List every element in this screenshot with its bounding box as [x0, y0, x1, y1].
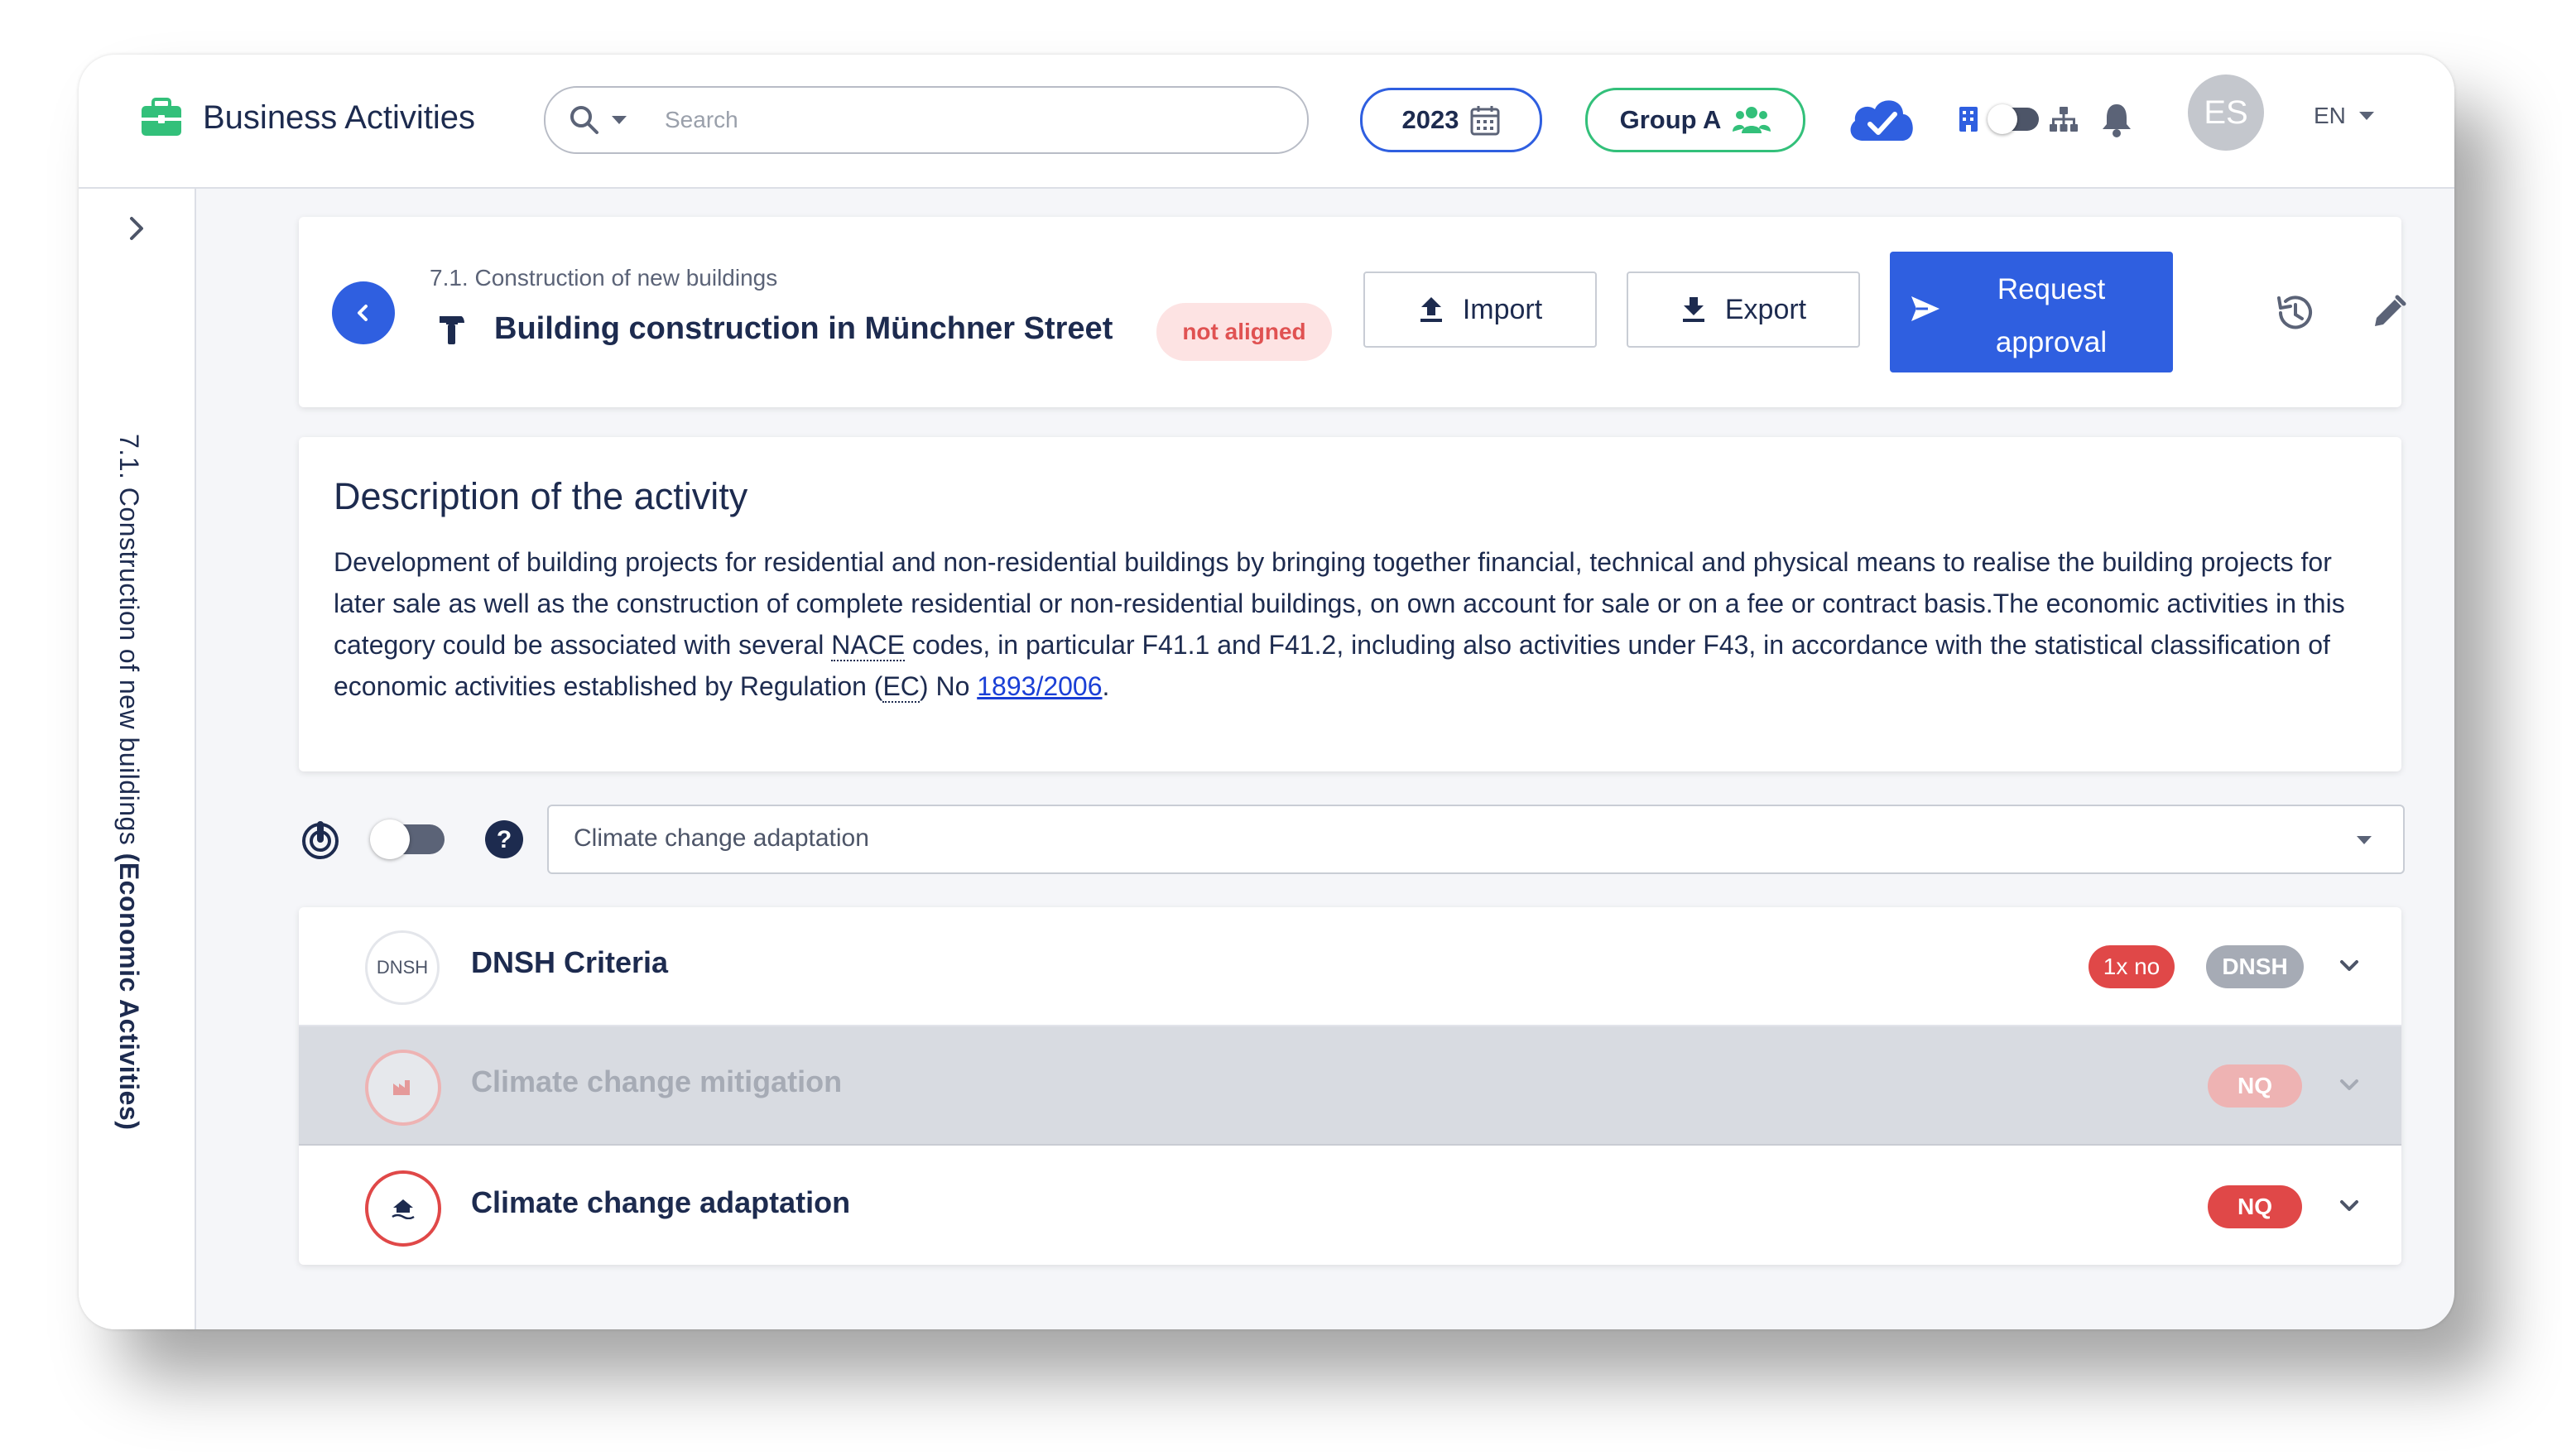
language-value: EN: [2314, 103, 2346, 128]
filter-row: ? Climate change adaptation: [299, 805, 2405, 874]
description-text-part3: ) No: [919, 671, 978, 701]
svg-text:?: ?: [497, 826, 512, 853]
criteria-row-mitigation[interactable]: Climate change mitigation NQ: [299, 1026, 2401, 1146]
edit-icon[interactable]: [2370, 293, 2408, 331]
sidebar-vertical-label: 7.1. Construction of new buildings (Econ…: [113, 434, 144, 1130]
send-icon: [1911, 296, 1940, 321]
nq-badge: NQ: [2208, 1185, 2302, 1228]
hierarchy-icon[interactable]: [2049, 106, 2079, 132]
group-value: Group A: [1619, 105, 1722, 134]
request-label-line1: Request: [1997, 273, 2106, 305]
chevron-down-icon: [2358, 112, 2374, 120]
criteria-label: DNSH Criteria: [471, 945, 669, 979]
dnsh-icon: DNSH: [365, 930, 440, 1005]
dnsh-icon-text: DNSH: [376, 957, 429, 978]
search-input[interactable]: [663, 99, 1262, 141]
criteria-row-adaptation[interactable]: Climate change adaptation NQ: [299, 1147, 2401, 1265]
objective-select-value: Climate change adaptation: [574, 824, 869, 852]
dnsh-badge: DNSH: [2206, 945, 2304, 988]
count-badge: 1x no: [2089, 945, 2175, 988]
download-icon: [1682, 297, 1704, 322]
calendar-icon: [1470, 106, 1500, 136]
hammer-icon: [440, 315, 464, 344]
view-mode-controls: [1958, 101, 2133, 137]
filter-toggle[interactable]: [370, 819, 445, 859]
sidebar-label-prefix: 7.1. Construction of new buildings: [114, 434, 144, 853]
status-badge: not aligned: [1156, 303, 1332, 361]
avatar[interactable]: ES: [2188, 74, 2264, 151]
app-title: Business Activities: [203, 99, 476, 136]
nq-badge: NQ: [2208, 1064, 2302, 1108]
brand[interactable]: Business Activities: [138, 94, 475, 141]
chevron-down-icon: [2357, 836, 2372, 844]
view-toggle-knob: [1988, 104, 2017, 134]
group-selector[interactable]: Group A: [1585, 88, 1805, 152]
app-window: Business Activities 2023 Group A: [79, 55, 2454, 1329]
building-icon[interactable]: [1958, 105, 1979, 133]
abbr-ec: EC: [882, 671, 920, 703]
regulation-link[interactable]: 1893/2006: [977, 671, 1102, 701]
export-label: Export: [1724, 293, 1807, 325]
breadcrumb[interactable]: 7.1. Construction of new buildings: [430, 265, 777, 291]
description-text-part4: .: [1102, 671, 1110, 701]
upload-icon: [1420, 297, 1442, 322]
chevron-down-icon[interactable]: [2337, 1073, 2362, 1098]
cloud-check-icon[interactable]: [1845, 91, 1918, 146]
search-bar[interactable]: [544, 86, 1309, 154]
request-label-line2: approval: [1995, 326, 2108, 358]
factory-icon: [365, 1050, 441, 1126]
import-label: Import: [1462, 293, 1543, 325]
abbr-nace: NACE: [831, 630, 906, 661]
avatar-initials: ES: [2204, 94, 2248, 131]
top-bar: Business Activities 2023 Group A: [79, 55, 2454, 189]
request-approval-label: Request approval: [1948, 263, 2155, 369]
year-value: 2023: [1401, 105, 1459, 134]
touch-icon[interactable]: [299, 818, 342, 861]
description-title: Description of the activity: [334, 475, 748, 517]
users-icon: [1733, 107, 1771, 133]
factory-glyph: [393, 1080, 410, 1095]
criteria-label: Climate change mitigation: [471, 1064, 843, 1098]
house-flood-glyph: [392, 1199, 415, 1219]
chevron-down-icon[interactable]: [2337, 1194, 2362, 1218]
description-card: Description of the activity Development …: [299, 437, 2401, 771]
help-icon[interactable]: ?: [484, 819, 524, 859]
export-button[interactable]: Export: [1627, 271, 1860, 348]
criteria-label: Climate change adaptation: [471, 1185, 851, 1219]
request-approval-button[interactable]: Request approval: [1890, 252, 2173, 372]
criteria-row-dnsh[interactable]: DNSH DNSH Criteria 1x no DNSH: [299, 907, 2401, 1026]
view-toggle[interactable]: [1988, 104, 2039, 134]
house-flood-icon: [365, 1170, 441, 1247]
year-selector[interactable]: 2023: [1360, 88, 1542, 152]
back-button[interactable]: [332, 281, 395, 344]
search-scope-dropdown-icon[interactable]: [612, 116, 627, 124]
chevron-right-icon[interactable]: [122, 214, 151, 243]
sidebar-label-bold: (Economic Activities): [114, 853, 144, 1131]
activity-header-card: 7.1. Construction of new buildings Build…: [299, 217, 2406, 407]
page-title: Building construction in Münchner Street: [494, 311, 1113, 346]
briefcase-icon: [142, 98, 181, 136]
description-text: Development of building projects for res…: [334, 541, 2362, 707]
chevron-left-icon: [358, 305, 368, 321]
bell-icon[interactable]: [2100, 101, 2133, 137]
import-button[interactable]: Import: [1363, 271, 1597, 348]
chevron-down-icon[interactable]: [2337, 954, 2362, 978]
history-icon[interactable]: [2272, 291, 2315, 334]
objective-select[interactable]: Climate change adaptation: [547, 805, 2405, 874]
sidebar: 7.1. Construction of new buildings (Econ…: [79, 189, 196, 1329]
search-icon[interactable]: [569, 104, 600, 136]
activity-title-group: Building construction in Münchner Street: [436, 311, 1113, 347]
language-selector[interactable]: EN: [2314, 103, 2374, 129]
filter-toggle-knob: [370, 819, 410, 859]
criteria-accordion: DNSH DNSH Criteria 1x no DNSH Climate ch…: [299, 907, 2401, 1265]
